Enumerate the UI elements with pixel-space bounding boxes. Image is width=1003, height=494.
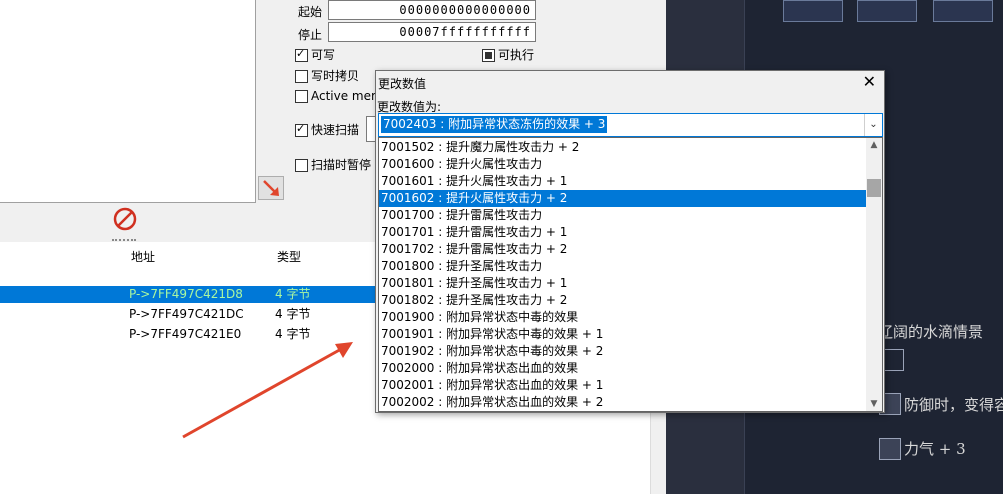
close-icon[interactable]: ✕ [863,72,876,91]
change-value-dialog[interactable]: 更改数值 ✕ 更改数值为: 7002403 : 附加异常状态冻伤的效果 + 3 … [375,70,885,413]
item-slot [783,0,843,22]
executable-checkbox[interactable] [482,49,495,62]
dropdown-option[interactable]: 7002001 : 附加异常状态出血的效果 + 1 [379,377,867,394]
scroll-down-icon[interactable]: ▼ [866,399,882,409]
dropdown-option[interactable]: 7001901 : 附加异常状态中毒的效果 + 1 [379,326,867,343]
active-memory-option[interactable]: Active mem [295,89,383,103]
writable-checkbox[interactable] [295,47,308,62]
no-entry-icon [113,207,137,231]
value-combobox[interactable]: 7002403 : 附加异常状态冻伤的效果 + 3 ⌄ [378,113,883,137]
address-column-header[interactable]: 地址 [131,248,155,265]
dropdown-option[interactable]: 7001700 : 提升雷属性攻击力 [379,207,867,224]
scroll-up-icon[interactable]: ▲ [866,140,882,150]
dropdown-option[interactable]: 7001702 : 提升雷属性攻击力 + 2 [379,241,867,258]
active-memory-checkbox[interactable] [295,90,308,103]
dropdown-option[interactable]: 7002000 : 附加异常状态出血的效果 [379,360,867,377]
stop-address-input[interactable]: 00007fffffffffff [328,22,536,42]
dropdown-option[interactable]: 7001802 : 提升圣属性攻击力 + 2 [379,292,867,309]
dropdown-scrollbar[interactable]: ▲ ▼ [866,138,882,411]
stop-label: 停止 [298,28,323,42]
copy-on-write-checkbox[interactable] [295,70,308,83]
item-slot [933,0,993,22]
dropdown-option[interactable]: 7001602 : 提升火属性攻击力 + 2 [379,190,867,207]
stat-text: 力气 + 3 [904,440,966,458]
dropdown-option[interactable]: 7001902 : 附加异常状态中毒的效果 + 2 [379,343,867,360]
row-address: P->7FF497C421D8 [129,287,243,301]
sword-icon [879,438,901,460]
dropdown-option[interactable]: 7001800 : 提升圣属性攻击力 [379,258,867,275]
dropdown-option[interactable]: 7001801 : 提升圣属性攻击力 + 1 [379,275,867,292]
start-address-input[interactable]: 0000000000000000 [328,0,536,20]
annotation-arrow-icon [182,342,353,439]
copy-on-write-option[interactable]: 写时拷贝 [295,67,359,84]
type-column-header[interactable]: 类型 [277,248,301,265]
dropdown-option[interactable]: 7001600 : 提升火属性攻击力 [379,156,867,173]
dialog-title: 更改数值 [378,77,427,91]
arrow-down-right-icon [263,180,279,196]
clear-list-button[interactable] [112,206,138,232]
pause-on-scan-option[interactable]: 扫描时暂停 [295,156,371,173]
combobox-current-value: 7002403 : 附加异常状态冻伤的效果 + 3 [381,116,608,133]
item-description: 辽阔的水滴情景 [878,323,984,341]
dropdown-option[interactable]: 7002002 : 附加异常状态出血的效果 + 2 [379,394,867,411]
fast-scan-checkbox[interactable] [295,122,308,137]
found-list-panel[interactable] [0,0,256,203]
add-to-list-button[interactable] [258,176,284,200]
start-label: 起始 [298,5,323,19]
dropdown-option[interactable]: 7001900 : 附加异常状态中毒的效果 [379,309,867,326]
item-slot [857,0,917,22]
dropdown-option[interactable]: 7001601 : 提升火属性攻击力 + 1 [379,173,867,190]
pause-on-scan-checkbox[interactable] [295,159,308,172]
fast-scan-option[interactable]: 快速扫描 [295,121,359,138]
row-type: 4 字节 [275,287,311,301]
value-dropdown-list[interactable]: 7001502 : 提升魔力属性攻击力 + 2 7001600 : 提升火属性攻击… [378,137,883,412]
writable-option[interactable]: 可写 [295,46,335,63]
effect-text: 防御时，变得容 [904,396,1003,414]
dropdown-option[interactable]: 7001502 : 提升魔力属性攻击力 + 2 [379,139,867,156]
chevron-down-icon[interactable]: ⌄ [864,114,882,136]
row-type: 4 字节 [275,307,311,321]
dropdown-option[interactable]: 7001701 : 提升雷属性攻击力 + 1 [379,224,867,241]
row-address: P->7FF497C421DC [129,307,244,321]
executable-option[interactable]: 可执行 [482,46,534,63]
scrollbar-thumb[interactable] [867,179,881,197]
